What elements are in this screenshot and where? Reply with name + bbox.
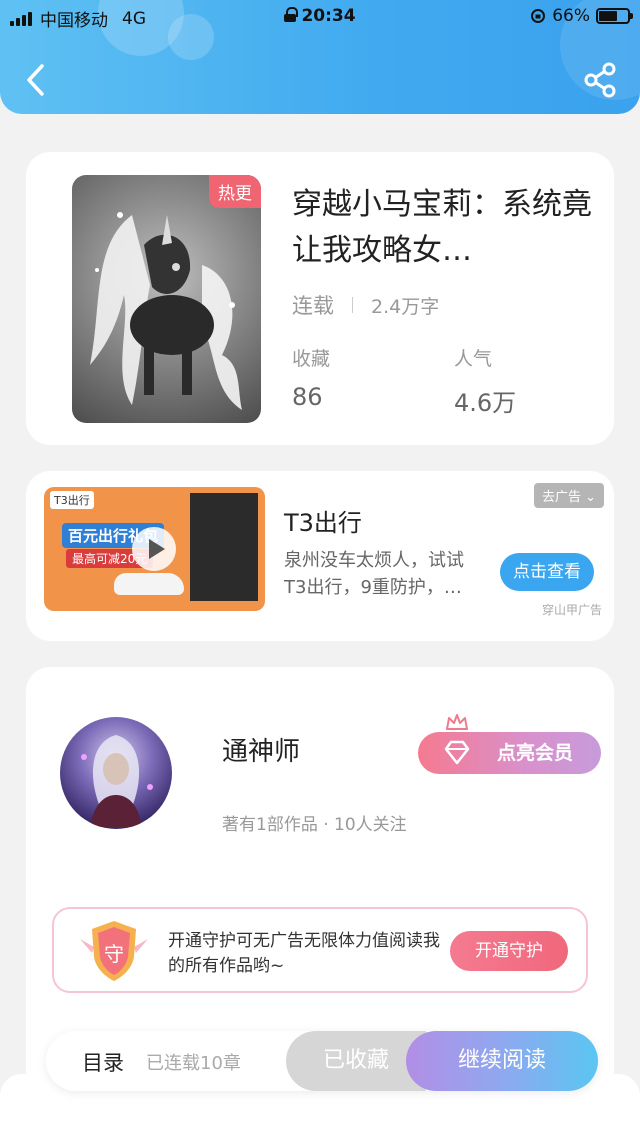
serial-status: 连载 [292, 294, 334, 318]
back-button[interactable] [16, 60, 56, 100]
hot-update-tag: 热更 [209, 175, 261, 208]
clock: 20:34 [301, 6, 356, 26]
ad-source: 穿山甲广告 [541, 603, 602, 617]
ad-thumbnail[interactable]: T3出行 百元出行礼包 最高可减20元 [44, 487, 265, 611]
guard-description: 开通守护可无广告无限体力值阅读我的所有作品哟~ [168, 931, 440, 976]
chapter-count: 已连载10章 [146, 1053, 241, 1074]
battery-icon [596, 8, 633, 24]
guard-shield-icon: 守 [80, 921, 148, 981]
guard-promo: 守 开通守护可无广告无限体力值阅读我的所有作品哟~ 开通守护 [52, 907, 588, 993]
ad-thumb-brand: T3出行 [50, 491, 94, 509]
word-count: 2.4万字 [371, 295, 440, 318]
popularity-stat: 人气 4.6万 [454, 344, 516, 418]
vip-button[interactable]: 点亮会员 [418, 732, 601, 774]
book-title: 穿越小马宝莉：系统竟让我攻略女… [292, 187, 592, 268]
crown-icon [446, 714, 468, 730]
continue-reading-button[interactable]: 继续阅读 [406, 1031, 598, 1091]
chevron-down-icon: ⌄ [585, 490, 596, 505]
rotation-lock-icon [531, 9, 546, 23]
share-button[interactable] [580, 60, 620, 100]
ad-thumb-car [114, 573, 184, 595]
chevron-left-icon [27, 64, 44, 96]
avatar[interactable] [60, 717, 172, 829]
bottom-action-bar: 目录 已连载10章 已收藏 继续阅读 [46, 1031, 598, 1091]
open-guard-button[interactable]: 开通守护 [450, 931, 568, 971]
remove-ad-button[interactable]: 去广告 ⌄ [533, 483, 604, 508]
ad-card[interactable]: T3出行 百元出行礼包 最高可减20元 T3出行 泉州没车太烦人，试试T3出行，… [26, 471, 614, 641]
remove-ad-label: 去广告 [541, 490, 581, 505]
diamond-icon [444, 740, 470, 765]
popularity-value: 4.6万 [454, 389, 517, 417]
book-cover[interactable]: 热更 [72, 175, 261, 423]
ad-thumb-video [190, 493, 258, 601]
favorited-button[interactable]: 已收藏 [286, 1031, 426, 1091]
vip-button-label: 点亮会员 [496, 742, 573, 764]
book-info-card: 热更 穿越小马宝莉：系统竟让我攻略女… 连载 2.4万字 收藏 86 人气 4.… [26, 152, 614, 445]
share-icon [584, 62, 616, 98]
avatar-illustration [81, 735, 153, 827]
status-bar: 中国移动 4G 20:34 66% [0, 0, 640, 34]
meta-divider [352, 297, 353, 313]
ad-title: T3出行 [284, 509, 362, 537]
favorites-label: 收藏 [292, 348, 331, 370]
battery-percent: 66% [552, 6, 590, 26]
header: 中国移动 4G 20:34 66% [0, 0, 640, 114]
ad-description: 泉州没车太烦人，试试T3出行，9重防护，… [284, 550, 464, 598]
author-stats: 著有1部作品 · 10人关注 [222, 815, 407, 835]
toc-button[interactable]: 目录 [82, 1047, 124, 1077]
author-name: 通神师 [222, 737, 301, 767]
lock-icon [284, 7, 299, 22]
favorites-stat: 收藏 86 [292, 344, 330, 411]
popularity-label: 人气 [454, 348, 493, 370]
book-meta: 连载 2.4万字 [292, 290, 439, 320]
ad-view-button[interactable]: 点击查看 [500, 553, 594, 591]
play-icon [132, 527, 176, 571]
cover-illustration [90, 212, 242, 410]
guard-badge-label: 守 [104, 942, 124, 966]
favorites-value: 86 [292, 383, 323, 411]
